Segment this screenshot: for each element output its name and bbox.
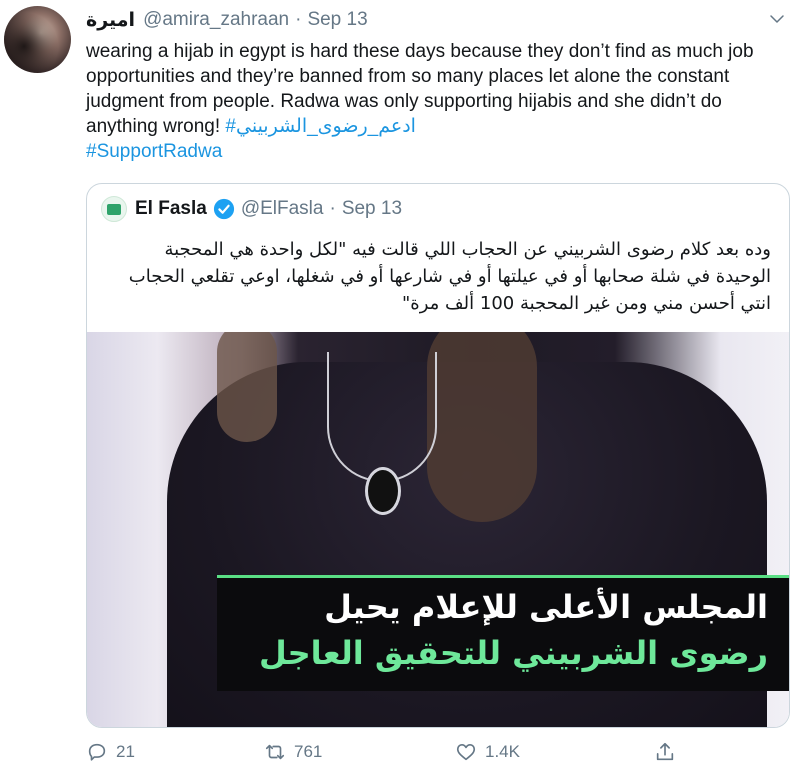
quoted-separator-dot: ·	[329, 198, 336, 219]
quoted-avatar[interactable]	[101, 196, 127, 222]
media-caption-line2: رضوى الشربيني للتحقيق العاجل	[259, 634, 768, 672]
tweet-text: wearing a hijab in egypt is hard these d…	[86, 39, 786, 164]
handle[interactable]: @amira_zahraan	[143, 9, 289, 31]
retweet-count: 761	[294, 742, 323, 761]
quoted-media-image[interactable]: المجلس الأعلى للإعلام يحيل رضوى الشربيني…	[87, 332, 789, 727]
tweet[interactable]: اميرة @amira_zahraan · Sep 13 wearing a …	[0, 0, 800, 769]
verified-badge-icon	[213, 198, 234, 220]
like-button[interactable]: 1.4K	[455, 741, 520, 763]
quoted-tweet-text: وده بعد كلام رضوى الشربيني عن الحجاب الل…	[128, 239, 771, 314]
tweet-header: اميرة @amira_zahraan · Sep 13	[86, 8, 368, 32]
share-icon	[656, 742, 674, 761]
tweet-text-body: wearing a hijab in egypt is hard these d…	[86, 41, 754, 137]
quoted-tweet[interactable]: El Fasla @ElFasla · Sep 13 وده بعد كلام …	[86, 183, 790, 728]
retweet-button[interactable]: 761	[264, 741, 322, 763]
reply-count: 21	[116, 742, 135, 761]
tweet-actions: 21 761 1.4K	[86, 738, 686, 766]
reply-button[interactable]: 21	[86, 741, 135, 763]
like-icon	[456, 744, 476, 761]
like-count: 1.4K	[485, 742, 520, 761]
share-button[interactable]	[654, 741, 684, 763]
retweet-icon	[265, 744, 285, 760]
media-caption-box: المجلس الأعلى للإعلام يحيل رضوى الشربيني…	[217, 575, 789, 691]
quoted-tweet-header: El Fasla @ElFasla · Sep 13	[101, 196, 402, 222]
caret-down-icon[interactable]	[768, 10, 786, 28]
tweet-date[interactable]: Sep 13	[307, 9, 367, 31]
separator-dot: ·	[295, 9, 302, 30]
media-caption-line1: المجلس الأعلى للإعلام يحيل	[324, 588, 768, 626]
hashtag-arabic[interactable]: #ادعم_رضوى_الشربيني	[225, 116, 416, 137]
reply-icon	[88, 743, 106, 761]
display-name[interactable]: اميرة	[86, 9, 135, 32]
quoted-display-name[interactable]: El Fasla	[135, 198, 207, 220]
quoted-handle[interactable]: @ElFasla	[241, 198, 324, 220]
hashtag-support-radwa[interactable]: #SupportRadwa	[86, 141, 222, 162]
avatar[interactable]	[4, 6, 71, 73]
quoted-date[interactable]: Sep 13	[342, 198, 402, 220]
